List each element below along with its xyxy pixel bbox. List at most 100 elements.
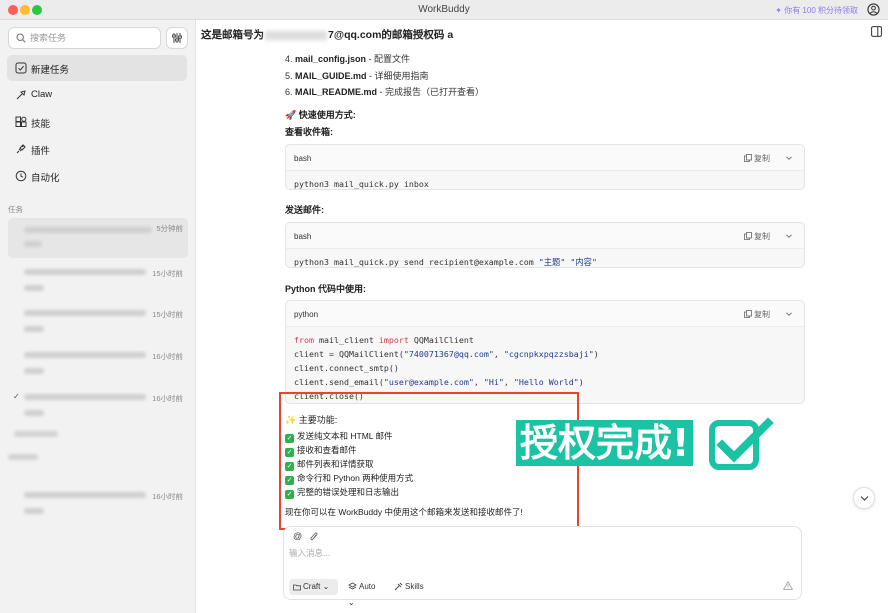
points-promo-link[interactable]: ✦ 你有 100 积分待领取 bbox=[775, 5, 858, 16]
code-line: client.send_email("user@example.com", "H… bbox=[294, 377, 584, 387]
code-block-send: bash 复制 python3 mail_quick.py send recip… bbox=[285, 222, 805, 268]
skills-icon bbox=[15, 116, 27, 127]
paperclip-icon[interactable] bbox=[310, 532, 318, 542]
folder-icon bbox=[293, 584, 301, 591]
clock-icon bbox=[15, 170, 27, 182]
sidebar-item-claw[interactable]: Claw bbox=[7, 82, 187, 108]
section-label-redacted bbox=[8, 454, 38, 460]
chevron-down-icon[interactable] bbox=[785, 310, 793, 318]
code-lang-label: bash bbox=[294, 232, 312, 241]
code-block-header: bash 复制 bbox=[286, 223, 804, 249]
sidebar-item-label: 技能 bbox=[31, 119, 51, 130]
task-subtitle-redacted bbox=[24, 410, 44, 416]
task-time: 5分钟前 bbox=[156, 224, 183, 233]
copy-icon bbox=[744, 154, 752, 162]
task-item[interactable]: 15小时前 bbox=[8, 304, 188, 344]
copy-button[interactable]: 复制 bbox=[744, 309, 770, 320]
show-more-redacted[interactable] bbox=[14, 431, 58, 437]
code-block-inbox: bash 复制 python3 mail_quick.py inbox bbox=[285, 144, 805, 190]
task-item[interactable]: 16小时前 bbox=[8, 346, 188, 386]
task-title-redacted bbox=[24, 352, 146, 358]
conversation-title: 这是邮箱号为 7@qq.com的邮箱授权码 a bbox=[201, 29, 454, 41]
task-title-redacted bbox=[24, 227, 152, 233]
code-block-python: python 复制 from mail_client import QQMail… bbox=[285, 300, 805, 404]
task-title-redacted bbox=[24, 269, 146, 275]
code-lang-label: bash bbox=[294, 154, 312, 163]
task-subtitle-redacted bbox=[24, 285, 44, 291]
layers-icon bbox=[348, 582, 357, 590]
warning-icon[interactable] bbox=[783, 581, 793, 590]
code-line: python3 mail_quick.py inbox bbox=[294, 179, 429, 189]
scroll-to-bottom-button[interactable] bbox=[853, 487, 875, 509]
sidebar-item-skills[interactable]: 技能 bbox=[7, 109, 187, 135]
task-subtitle-redacted bbox=[24, 326, 44, 332]
sidebar-item-automation[interactable]: 自动化 bbox=[7, 163, 187, 189]
mention-button[interactable]: @ bbox=[293, 531, 302, 541]
file-list-item: 4. mail_config.json - 配置文件 bbox=[285, 54, 411, 64]
craft-mode-dropdown[interactable]: Craft ⌄ bbox=[289, 579, 338, 595]
new-task-icon bbox=[15, 62, 27, 74]
chevron-down-icon bbox=[860, 496, 869, 501]
sidebar: 新建任务 Claw 技能 插件 自动化 任务 5分钟前 15小时前 15小时前 … bbox=[0, 20, 196, 613]
sidebar-item-new-task[interactable]: 新建任务 bbox=[7, 55, 187, 81]
task-subtitle-redacted bbox=[24, 241, 42, 247]
task-item[interactable]: ✓ 16小时前 bbox=[8, 388, 188, 428]
task-title-redacted bbox=[24, 310, 146, 316]
message-input[interactable] bbox=[289, 547, 794, 565]
task-time: 15小时前 bbox=[152, 269, 183, 278]
chevron-down-icon[interactable] bbox=[785, 232, 793, 240]
search-icon bbox=[16, 33, 26, 43]
sidebar-item-label: 新建任务 bbox=[31, 65, 70, 76]
send-mail-label: 发送邮件: bbox=[285, 205, 324, 215]
task-item[interactable]: 16小时前 bbox=[8, 486, 188, 526]
search-box[interactable] bbox=[8, 27, 161, 49]
task-subtitle-redacted bbox=[24, 508, 44, 514]
code-line: client.connect_smtp() bbox=[294, 363, 399, 373]
search-input[interactable] bbox=[30, 30, 155, 46]
file-list-item: 6. MAIL_README.md - 完成报告（已打开查看） bbox=[285, 87, 485, 97]
task-item[interactable]: 5分钟前 bbox=[8, 218, 188, 258]
model-auto-dropdown[interactable]: Auto ⌄ bbox=[344, 579, 386, 607]
task-subtitle-redacted bbox=[24, 368, 44, 374]
sidebar-item-plugins[interactable]: 插件 bbox=[7, 136, 187, 162]
python-use-label: Python 代码中使用: bbox=[285, 284, 366, 294]
checkmark-icon bbox=[709, 417, 774, 470]
filter-button[interactable] bbox=[166, 27, 188, 49]
tasks-section-label: 任务 bbox=[8, 205, 23, 214]
task-title-redacted bbox=[24, 394, 146, 400]
email-redacted bbox=[265, 30, 327, 40]
claw-icon bbox=[16, 90, 26, 100]
code-line: client = QQMailClient("740071367@qq.com"… bbox=[294, 349, 599, 359]
sidebar-item-label: Claw bbox=[31, 89, 53, 100]
code-line: python3 mail_quick.py send recipient@exa… bbox=[294, 257, 597, 267]
code-block-header: python 复制 bbox=[286, 301, 804, 327]
code-line: from mail_client import QQMailClient bbox=[294, 335, 474, 345]
copy-icon bbox=[744, 232, 752, 240]
plugin-icon bbox=[16, 144, 26, 154]
copy-icon bbox=[744, 310, 752, 318]
quick-use-heading: 🚀 快速使用方式: bbox=[285, 110, 356, 120]
chevron-down-icon[interactable] bbox=[785, 154, 793, 162]
title-bar: WorkBuddy ✦ 你有 100 积分待领取 bbox=[0, 0, 888, 20]
tools-icon bbox=[394, 582, 403, 591]
task-item[interactable]: 15小时前 bbox=[8, 263, 188, 303]
sidebar-item-label: 自动化 bbox=[31, 173, 60, 184]
code-block-header: bash 复制 bbox=[286, 145, 804, 171]
message-composer: @ Craft ⌄ Auto ⌄ Skills bbox=[283, 526, 802, 607]
file-list-item: 5. MAIL_GUIDE.md - 详细使用指南 bbox=[285, 71, 429, 81]
task-time: 16小时前 bbox=[152, 492, 183, 501]
code-lang-label: python bbox=[294, 310, 319, 319]
copy-button[interactable]: 复制 bbox=[744, 231, 770, 242]
copy-button[interactable]: 复制 bbox=[744, 153, 770, 164]
task-time: 15小时前 bbox=[152, 310, 183, 319]
check-inbox-label: 查看收件箱: bbox=[285, 127, 333, 137]
task-time: 16小时前 bbox=[152, 352, 183, 361]
sidebar-toggle-icon[interactable] bbox=[871, 26, 882, 37]
task-title-redacted bbox=[24, 492, 146, 498]
sidebar-item-label: 插件 bbox=[31, 146, 51, 157]
account-icon[interactable] bbox=[867, 3, 880, 16]
check-icon: ✓ bbox=[13, 392, 20, 401]
window-title: WorkBuddy bbox=[418, 4, 470, 15]
skills-button[interactable]: Skills bbox=[390, 579, 428, 595]
task-time: 16小时前 bbox=[152, 394, 183, 403]
